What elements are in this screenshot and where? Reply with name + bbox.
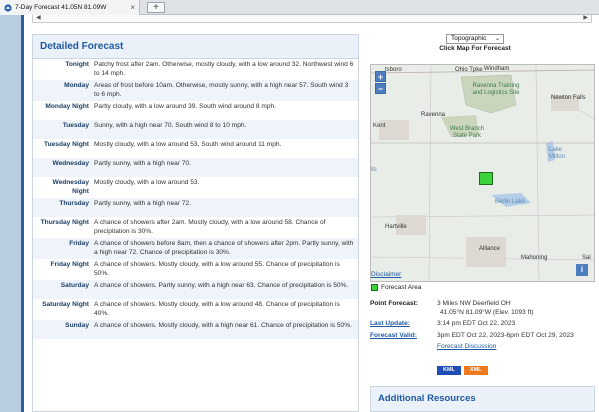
zoom-out-button[interactable]: − (375, 83, 386, 94)
legend-label: Forecast Area (381, 284, 422, 291)
map-label-lake-milton: Lake Milton (549, 147, 566, 160)
forecast-valid-link[interactable]: Forecast Valid: (370, 332, 437, 341)
forecast-period-label: Saturday Night (42, 301, 89, 308)
detailed-forecast-title: Detailed Forecast (40, 41, 124, 52)
forecast-row: Wednesday Partly sunny, with a high near … (33, 158, 358, 177)
map-info-button[interactable]: i (576, 264, 588, 276)
additional-resources-panel: Additional Resources (370, 386, 595, 412)
forecast-period-label: Thursday Night (40, 219, 89, 226)
detailed-forecast-list: Tonight Patchy frost after 2am. Otherwise… (33, 59, 358, 339)
forecast-period-label: Sunday (65, 322, 89, 329)
map-label-sal: Sal (582, 255, 591, 261)
browser-tab[interactable]: 7-Day Forecast 41.05N 81.09W × (0, 0, 140, 15)
last-update-link[interactable]: Last Update: (370, 320, 437, 329)
tab-title: 7-Day Forecast 41.05N 81.09W (15, 4, 107, 11)
map-label-windham: Windham (484, 66, 510, 72)
last-update-value: 3:14 pm EDT Oct 22, 2023 (437, 320, 516, 327)
forecast-period-text: A chance of showers. Partly sunny, with … (94, 282, 349, 289)
forecast-row: Sunday A chance of showers. Mostly cloudy… (33, 320, 358, 339)
forecast-period-text: Patchy frost after 2am. Otherwise, mostl… (94, 61, 354, 77)
forecast-area-marker[interactable] (479, 172, 493, 185)
tab-close-icon[interactable]: × (130, 3, 135, 12)
point-info: Point Forecast: 3 Miles NW Deerfield OH … (370, 300, 595, 355)
forecast-period-label: Tuesday (62, 122, 89, 129)
map-label-hartville: Hartville (385, 224, 407, 230)
forecast-period-text: Mostly cloudy, with a low around 53. (94, 179, 200, 186)
forecast-area-swatch (371, 284, 378, 291)
click-map-caption: Click Map For Forecast (439, 45, 511, 52)
forecast-row: Friday A chance of showers before 8am, th… (33, 238, 358, 259)
forecast-period-text: A chance of showers after 2am. Mostly cl… (94, 219, 326, 235)
forecast-row: Monday Areas of frost before 10am. Otherw… (33, 80, 358, 101)
map-label-mahoning: Mahoning (521, 255, 548, 261)
forecast-row: Friday Night A chance of showers. Mostly … (33, 259, 358, 280)
detailed-forecast-panel: Detailed Forecast Tonight Patchy frost af… (32, 34, 359, 412)
forecast-period-label: Thursday (59, 200, 89, 207)
forecast-period-text: A chance of showers. Mostly cloudy, with… (94, 322, 352, 329)
scroll-left-icon[interactable]: ◀ (36, 14, 41, 21)
forecast-row: Thursday Partly sunny, with a high near 7… (33, 198, 358, 217)
map-label-streetsboro: tsboro (385, 67, 402, 73)
forecast-period-text: Partly cloudy, with a low around 39. Sou… (94, 103, 277, 110)
forecast-period-label: Wednesday (52, 160, 89, 167)
forecast-map[interactable]: + − tsboro Ohio Tpke Windham Ravenna Tra… (370, 64, 595, 282)
browser-tab-bar: 7-Day Forecast 41.05N 81.09W × + (0, 0, 599, 15)
nws-favicon-icon (4, 3, 12, 12)
chevron-down-icon: ⌄ (494, 36, 500, 42)
map-label-alliance: Alliance (479, 246, 501, 252)
forecast-period-label: Tonight (65, 61, 89, 68)
forecast-row: Saturday A chance of showers. Partly sunn… (33, 280, 358, 299)
point-forecast-location: 3 Miles NW Deerfield OH (437, 300, 511, 307)
top-scroll-strip: ◀ ▶ (32, 15, 592, 23)
forecast-period-text: Partly sunny, with a high near 72. (94, 200, 192, 207)
new-tab-button[interactable]: + (147, 2, 165, 13)
forecast-row: Thursday Night A chance of showers after … (33, 217, 358, 238)
map-label-ravenna: Ravenna (421, 112, 446, 118)
map-label-kent: Kent (373, 123, 386, 129)
forecast-period-label: Friday (69, 240, 89, 247)
forecast-row: Saturday Night A chance of showers. Mostl… (33, 299, 358, 320)
forecast-period-text: Mostly cloudy, with a low around 53. Sou… (94, 141, 282, 148)
forecast-period-text: Areas of frost before 10am. Otherwise, m… (94, 82, 349, 98)
forecast-period-text: Partly sunny, with a high near 70. (94, 160, 192, 167)
forecast-row: Tuesday Sunny, with a high near 70. South… (33, 120, 358, 139)
kml-button[interactable]: KML (437, 366, 461, 375)
forecast-row: Wednesday Night Mostly cloudy, with a low… (33, 177, 358, 198)
detailed-forecast-header: Detailed Forecast (33, 35, 358, 59)
map-label-ohio-turnpike: Ohio Tpke (455, 67, 483, 73)
map-disclaimer-link[interactable]: Disclaimer (371, 271, 401, 278)
forecast-period-text: A chance of showers. Mostly cloudy, with… (94, 261, 340, 277)
forecast-period-text: Sunny, with a high near 70. South wind 8… (94, 122, 247, 129)
forecast-valid-value: 3pm EDT Oct 22, 2023-6pm EDT Oct 29, 202… (437, 331, 574, 339)
forecast-discussion-link[interactable]: Forecast Discussion (437, 343, 496, 350)
forecast-row: Tuesday Night Mostly cloudy, with a low a… (33, 139, 358, 158)
point-forecast-key: Point Forecast: (370, 300, 418, 307)
map-legend: Forecast Area (371, 284, 421, 291)
forecast-period-label: Tuesday Night (44, 141, 89, 148)
map-label-hills: lls (371, 167, 377, 173)
forecast-row: Monday Night Partly cloudy, with a low ar… (33, 101, 358, 120)
scroll-right-icon[interactable]: ▶ (583, 14, 588, 21)
map-label-west-branch: West Branch State Park (449, 126, 485, 139)
map-layer-select[interactable]: Topographic ⌄ (446, 34, 504, 44)
additional-resources-title: Additional Resources (378, 393, 476, 404)
xml-button[interactable]: XML (463, 366, 488, 375)
map-label-newton-falls: Newton Falls (551, 95, 586, 101)
map-label-ravenna-arsenal: Ravenna Training and Logistics Site (472, 83, 520, 96)
forecast-period-label: Friday Night (50, 261, 89, 268)
forecast-period-label: Monday Night (45, 103, 89, 110)
forecast-period-text: A chance of showers before 8am, then a c… (94, 240, 354, 256)
forecast-period-label: Saturday (60, 282, 89, 289)
export-buttons: KML XML (437, 366, 491, 375)
point-forecast-coords: 41.05°N 81.09°W (Elev. 1093 ft) (440, 308, 534, 316)
map-label-berlin-lake: Berlin Lake (495, 199, 526, 205)
map-layer-value: Topographic (451, 35, 487, 42)
forecast-row: Tonight Patchy frost after 2am. Otherwise… (33, 59, 358, 80)
forecast-period-label: Wednesday Night (52, 179, 89, 195)
forecast-period-label: Monday (64, 82, 89, 89)
forecast-period-text: A chance of showers. Mostly cloudy, with… (94, 301, 340, 317)
